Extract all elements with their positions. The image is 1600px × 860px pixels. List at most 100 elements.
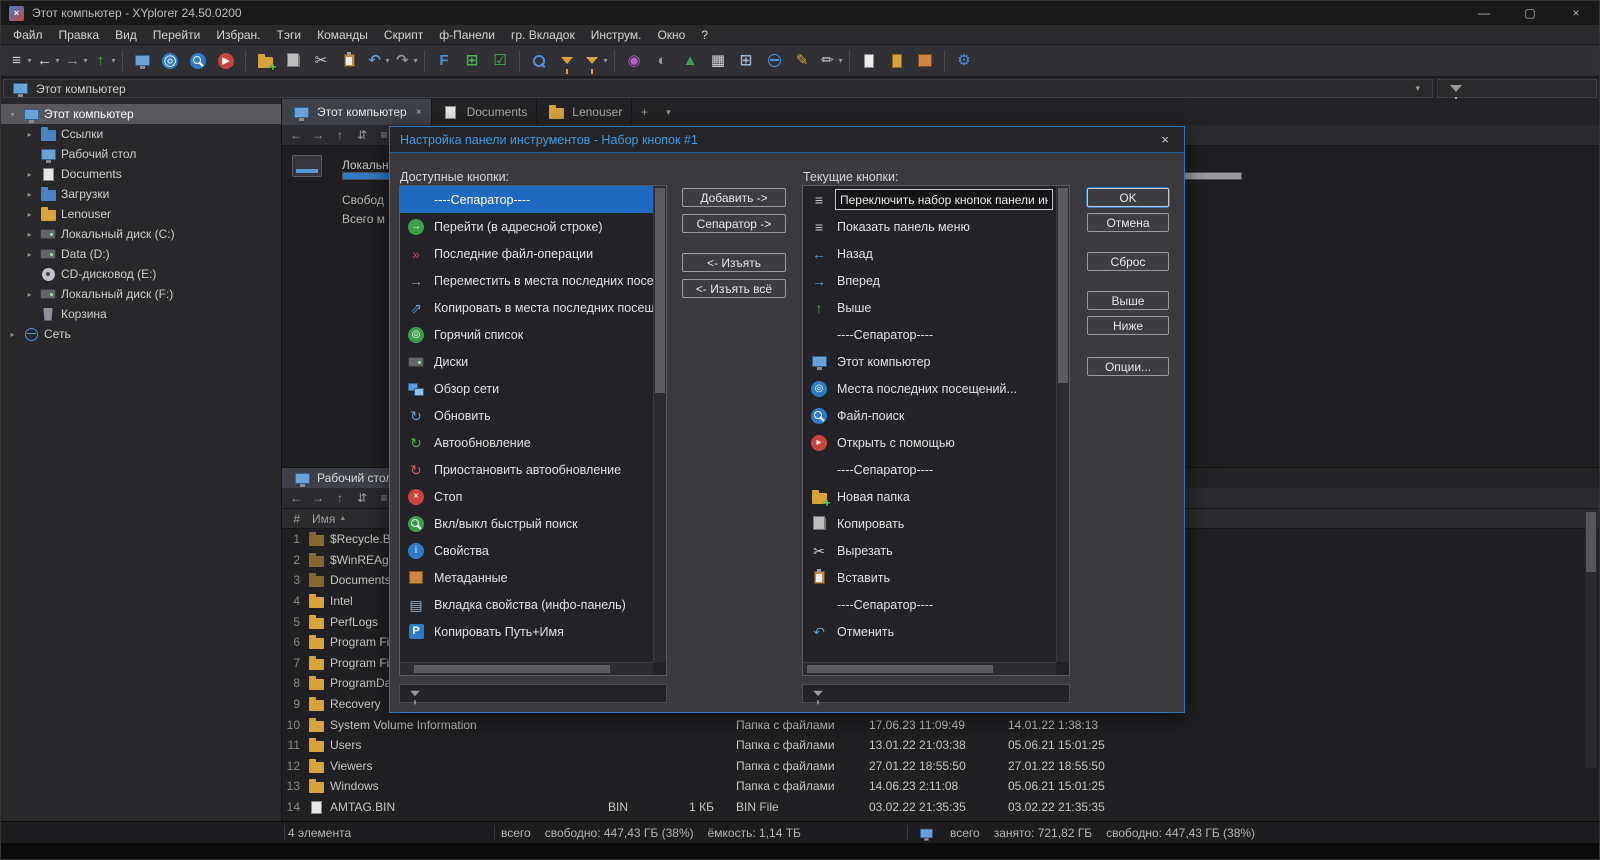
tree-expander-icon[interactable]: ▸ (24, 290, 35, 299)
item-this-pc[interactable]: Этот компьютер (803, 348, 1056, 375)
toolbar-tree-style-button[interactable]: ▲ (677, 48, 703, 74)
dropdown-arrow-icon[interactable]: ▾ (83, 56, 87, 65)
remove-button[interactable]: <- Изъять (682, 253, 786, 272)
tab-this-pc[interactable]: Этот компьютер × (282, 99, 432, 125)
pane-back-button[interactable]: ← (286, 489, 306, 507)
available-filter[interactable] (399, 684, 667, 705)
menu-file[interactable]: Файл (5, 28, 51, 42)
item-toggle-quick-search[interactable]: Вкл/выкл быстрый поиск (400, 510, 653, 537)
item-copy[interactable]: Копировать (803, 510, 1056, 537)
dropdown-arrow-icon[interactable]: ▾ (385, 56, 389, 65)
item-properties[interactable]: i Свойства (400, 537, 653, 564)
toolbar-color-spiral-button[interactable]: ◉ (621, 48, 647, 74)
item-go-address[interactable]: → Перейти (в адресной строке) (400, 213, 653, 240)
toolbar-tiles-button[interactable]: ▦ (705, 48, 731, 74)
toolbar-button[interactable] (849, 49, 850, 72)
maximize-button[interactable]: ▢ (1507, 1, 1553, 25)
toolbar-redo-button[interactable]: ↷ ▾ (392, 48, 418, 74)
current-filter-input[interactable] (834, 686, 1064, 701)
pane-forward-button[interactable]: → (308, 126, 328, 144)
tab-documents[interactable]: Documents (432, 99, 538, 125)
pane-back-button[interactable]: ← (286, 126, 306, 144)
toolbar-menu-button[interactable]: ≡ ▾ (6, 48, 32, 74)
item-file-search[interactable]: Файл-поиск (803, 402, 1056, 429)
options-button[interactable]: Опции... (1087, 357, 1169, 376)
menu-tags[interactable]: Тэги (269, 28, 310, 42)
toolbar-forward-button[interactable]: → ▾ (62, 48, 88, 74)
item-show-menu[interactable]: ≡ Показать панель меню (803, 213, 1056, 240)
pane-sort-button[interactable]: ⇵ (352, 126, 372, 144)
toolbar-highlight-button[interactable]: ✎ (789, 48, 815, 74)
item-move-to-recent[interactable]: → Переместить в места последних посещ (400, 267, 653, 294)
ok-button[interactable]: OK (1087, 188, 1169, 207)
menu-panels[interactable]: ф-Панели (431, 28, 503, 42)
menu-commands[interactable]: Команды (309, 28, 376, 42)
dropdown-arrow-icon[interactable]: ▾ (55, 56, 59, 65)
toolbar-checkbox-selection-button[interactable]: ☑ (487, 48, 513, 74)
address-bar[interactable]: Этот компьютер ▾ (3, 79, 1433, 98)
file-row[interactable]: 14 AMTAG.BIN BIN 1 КБ BIN File 03.02.22 … (282, 797, 1599, 818)
item-new-folder[interactable]: Новая папка (803, 483, 1056, 510)
toolbar-back-button[interactable]: ← ▾ (34, 48, 60, 74)
toolbar-copy-button[interactable] (280, 48, 306, 74)
item-forward[interactable]: → Вперед (803, 267, 1056, 294)
toolbar-grid-button[interactable]: ⊞ (733, 48, 759, 74)
item-open-with[interactable]: ▸ Открыть с помощью (803, 429, 1056, 456)
item-stop[interactable]: × Стоп (400, 483, 653, 510)
toolbar-undo-button[interactable]: ↶ ▾ (364, 48, 390, 74)
menu-go[interactable]: Перейти (145, 28, 209, 42)
tree-expander-icon[interactable]: ▸ (24, 190, 35, 199)
vertical-scrollbar[interactable] (653, 186, 666, 662)
menu-script[interactable]: Скрипт (376, 28, 431, 42)
move-up-button[interactable]: Выше (1087, 291, 1169, 310)
file-row[interactable]: 10 System Volume Information Папка с фай… (282, 714, 1599, 735)
item-suspend-autorefresh[interactable]: ↻ Приостановить автообновление (400, 456, 653, 483)
visual-filter-box[interactable] (1437, 79, 1597, 102)
file-row[interactable]: 13 Windows Папка с файлами 14.06.23 2:11… (282, 776, 1599, 797)
tab-close-icon[interactable]: × (416, 107, 422, 118)
toolbar-button[interactable] (519, 49, 520, 72)
item-drives[interactable]: Диски (400, 348, 653, 375)
tree-item-downloads[interactable]: ▸ Загрузки (1, 184, 281, 204)
item-properties-tab[interactable]: ▤ Вкладка свойства (инфо-панель) (400, 591, 653, 618)
item-separator[interactable]: ----Сепаратор---- (400, 186, 653, 213)
tree-expander-icon[interactable]: ▸ (24, 130, 35, 139)
toolbar-font-button[interactable]: F (431, 48, 457, 74)
file-row[interactable]: 12 Viewers Папка с файлами 27.01.22 18:5… (282, 756, 1599, 777)
toolbar-paste-button[interactable] (336, 48, 362, 74)
tab-lenouser[interactable]: Lenouser (537, 99, 633, 125)
menu-favorites[interactable]: Избран. (208, 28, 268, 42)
tree-item-network[interactable]: ▸ Сеть (1, 324, 281, 344)
item-cut[interactable]: ✂ Вырезать (803, 537, 1056, 564)
menu-help[interactable]: ? (693, 28, 716, 42)
tree-item-links[interactable]: ▸ Ссылки (1, 124, 281, 144)
scrollbar-thumb[interactable] (807, 665, 993, 673)
tree-item-disk-d[interactable]: ▸ Data (D:) (1, 244, 281, 264)
tree-item-this-pc[interactable]: ▾ Этот компьютер (1, 104, 281, 124)
menu-view[interactable]: Вид (107, 28, 145, 42)
toolbar-cut-button[interactable]: ✂ (308, 48, 334, 74)
horizontal-scrollbar[interactable] (400, 662, 653, 675)
item-copy-path-name[interactable]: P Копировать Путь+Имя (400, 618, 653, 645)
file-list-scrollbar[interactable] (1585, 510, 1597, 768)
item-network-browse[interactable]: Обзор сети (400, 375, 653, 402)
item-copy-to-recent[interactable]: ⇗ Копировать в места последних посеще (400, 294, 653, 321)
toolbar-button[interactable] (614, 49, 615, 72)
toolbar-button[interactable] (245, 49, 246, 72)
column-header-number[interactable]: # (282, 512, 304, 526)
dropdown-arrow-icon[interactable]: ▾ (111, 56, 115, 65)
minimize-button[interactable]: — (1461, 1, 1507, 25)
menu-tools[interactable]: Инструм. (583, 28, 650, 42)
scrollbar-thumb[interactable] (1058, 188, 1068, 383)
toolbar-tree-toggle-button[interactable]: ⊞ (459, 48, 485, 74)
dropdown-arrow-icon[interactable]: ▾ (838, 56, 842, 65)
toolbar-panel-1-button[interactable] (856, 48, 882, 74)
item-separator[interactable]: ----Сепаратор---- (803, 456, 1056, 483)
toolbar-tools-button[interactable]: ⚙ (951, 48, 977, 74)
scrollbar-thumb[interactable] (655, 188, 665, 393)
tree-expander-icon[interactable]: ▸ (24, 230, 35, 239)
separator-button[interactable]: Сепаратор -> (682, 214, 786, 233)
cancel-button[interactable]: Отмена (1087, 213, 1169, 232)
toolbar-recent-locations-button[interactable]: ◎ (157, 48, 183, 74)
toolbar-filter-button[interactable] (554, 48, 580, 74)
